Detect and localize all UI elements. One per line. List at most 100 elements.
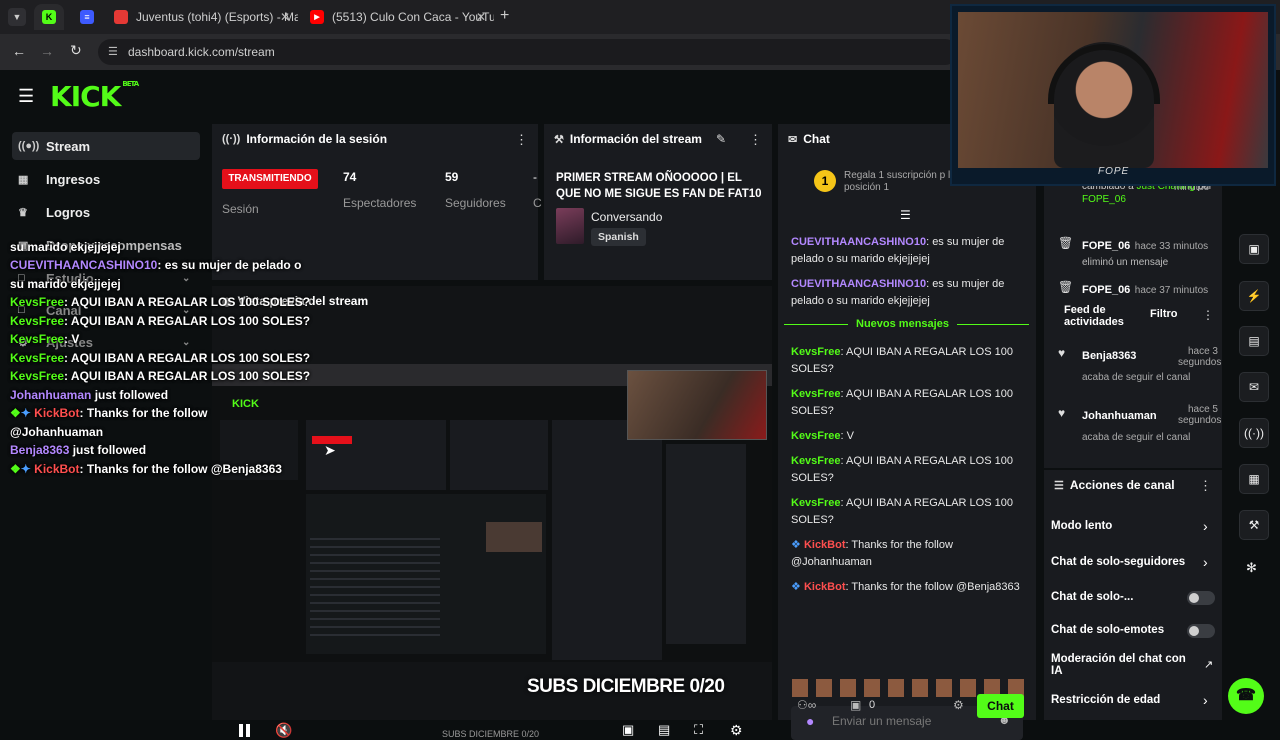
menu-icon[interactable]: ☰ [18,86,34,107]
close-tab-icon[interactable]: ✕ [476,10,486,24]
reload-icon[interactable]: ↻ [70,42,82,59]
action-ai-moderation[interactable]: Moderación del chat con IA [1051,653,1191,677]
overlay-chat: su marido ekjejjejej CUEVITHAANCASHINO10… [0,236,400,486]
new-messages-label: Nuevos mensajes [848,318,957,330]
nested-webcam [627,370,767,440]
forward-icon[interactable]: → [40,43,54,59]
emotes-only-toggle[interactable] [1187,624,1215,638]
overlay-chat-line: KevsFree: V [10,332,80,346]
chat-tool-button[interactable]: ✉ [1239,372,1269,402]
category-label[interactable]: Conversando [591,210,662,224]
action-subscribers-only[interactable]: Chat de solo-... [1051,591,1133,603]
chat-send-button[interactable]: Chat [977,694,1024,718]
theater-icon[interactable]: ▤ [658,722,670,738]
chat-new-messages: KevsFree: AQUI IBAN A REGALAR LOS 100 SO… [791,344,1021,596]
sidebar-item-stream[interactable]: ((●)) Stream [12,132,200,160]
status-label: Sesión [222,202,259,216]
headphones [1048,44,1160,104]
overlay-chat-line: ❖✦ KickBot: Thanks for the follow [10,406,208,420]
notes-button[interactable]: ▤ [1239,326,1269,356]
screenshot-tool-button[interactable]: ▣ [1239,234,1269,264]
tab-kick[interactable]: K [34,4,64,30]
heart-icon: ♥ [1058,346,1066,360]
subscribers-only-toggle[interactable] [1187,591,1215,605]
activity-feed-panel: cambiado a Just Chatting por FOPE_06 🗑 F… [1044,178,1222,468]
follow-event: Johanhuaman hace 5 segundos acaba de seg… [1082,404,1222,443]
overlay-chat-line: ❖✦ KickBot: Thanks for the follow @Benja… [10,462,282,476]
action-followers-only[interactable]: Chat de solo-seguidores [1051,556,1185,568]
activity-event: FOPE_06 hace 37 minutos [1082,284,1209,296]
collapse-icon[interactable]: ☰ [900,208,911,222]
chevron-right-icon[interactable]: › [1203,692,1208,708]
action-emotes-only[interactable]: Chat de solo-emotes [1051,624,1164,636]
emote-picker-icon[interactable]: ● [806,713,814,729]
broadcast-tool-button[interactable]: ((·)) [1239,418,1269,448]
trophy-icon: ♛ [18,206,28,219]
quick-action-button[interactable]: ⚡ [1239,281,1269,311]
tab-list-dropdown-icon[interactable]: ▼ [8,8,26,26]
viewers-label: Espectadores [343,196,417,210]
url-field[interactable]: ☰ dashboard.kick.com/stream [98,39,958,65]
tab-youtube[interactable]: ▶ (5513) Culo Con Caca - YouTub ✕ [302,4,494,30]
chevron-right-icon[interactable]: › [1203,554,1208,570]
list-icon: ☰ [1054,479,1064,492]
chat-message: KevsFree: AQUI IBAN A REGALAR LOS 100 SO… [791,346,1013,375]
bot-badge-icon: ❖ [791,539,801,551]
sidebar-item-label: Stream [46,138,91,154]
action-age-restriction[interactable]: Restricción de edad [1051,694,1160,706]
support-chat-button[interactable]: ☎ [1228,678,1264,714]
settings-gear-icon[interactable]: ⚙ [730,722,743,739]
chart-icon: ▦ [18,173,29,186]
fullscreen-icon[interactable]: ⛶ [694,722,703,738]
chat-panel: ✉ Chat 1 Regala 1 suscripción p la posic… [778,124,1036,740]
tab-juventus[interactable]: Juventus (tohi4) (Esports) - Mar ✕ [106,4,298,30]
picture-in-picture-icon[interactable]: ▣ [622,722,634,738]
subs-goal-small: SUBS DICIEMBRE 0/20 [442,729,540,739]
tab-generic[interactable]: ≡ [72,4,102,30]
sidebar-item-ingresos[interactable]: ▦ Ingresos [12,165,200,193]
panel-title: Acciones de canal [1069,478,1175,492]
activity-title: Feed de actividades [1064,304,1124,328]
trash-icon: 🗑 [1058,236,1074,250]
viewers-icon[interactable]: ⚇∞ [797,698,816,712]
more-options-icon[interactable]: ⋮ [1199,478,1212,494]
sidebar-item-label: Logros [46,204,91,220]
layout-tool-button[interactable]: ▦ [1239,464,1269,494]
close-tab-icon[interactable]: ✕ [280,10,290,24]
tools-button[interactable]: ⚒ [1239,510,1269,540]
action-slow-mode[interactable]: Modo lento [1051,520,1112,532]
logo-badge: BETA [122,80,139,88]
chat-message-list: CUEVITHAANCASHINO10: es su mujer de pela… [791,234,1021,310]
stream-title: PRIMER STREAM OÑOOOOO | EL QUE NO ME SIG… [556,172,762,200]
pinned-gift-text[interactable]: Regala 1 suscripción p la posición 1 [844,170,964,194]
bookmark-favicon-icon [114,10,128,24]
panel-header: ☰ Acciones de canal [1044,470,1222,500]
lightning-icon: ⚡ [1246,289,1262,303]
more-options-icon[interactable]: ⋮ [1202,308,1214,322]
kick-logo[interactable]: KICK BETA [50,80,139,113]
pause-button[interactable] [238,724,252,738]
nested-activity-panel [666,444,746,644]
site-info-icon[interactable]: ☰ [108,39,118,65]
broadcast-icon: ((·)) [222,133,241,145]
more-options-icon[interactable]: ⋮ [515,132,528,148]
overlay-chat-line: Benja8363 just followed [10,443,147,457]
edit-icon[interactable]: ✎ [716,132,726,146]
status-badge: TRANSMITIENDO [222,169,318,189]
integrations-icon[interactable]: ✻ [1246,560,1257,576]
chat-settings-icon[interactable]: ⚙ [953,698,964,712]
more-options-icon[interactable]: ⋮ [749,132,762,148]
filter-button[interactable]: Filtro [1150,308,1178,320]
gift-chest-icon[interactable]: ▣ [850,698,861,712]
extra-value: - [533,170,537,184]
sidebar-item-logros[interactable]: ♛ Logros [12,198,200,226]
bot-badge-icon: ❖ [10,406,21,420]
overlay-chat-line: KevsFree: AQUI IBAN A REGALAR LOS 100 SO… [10,369,311,383]
overlay-chat-line: CUEVITHAANCASHINO10: es su mujer de pela… [10,258,302,272]
back-icon[interactable]: ← [12,43,26,59]
mute-icon[interactable]: 🔇 [275,722,292,739]
follow-event: Benja8363 hace 3 segundos acaba de segui… [1082,346,1222,383]
chevron-right-icon[interactable]: › [1203,518,1208,534]
external-link-icon[interactable]: ↗ [1204,658,1213,671]
new-tab-icon[interactable]: + [500,7,509,25]
